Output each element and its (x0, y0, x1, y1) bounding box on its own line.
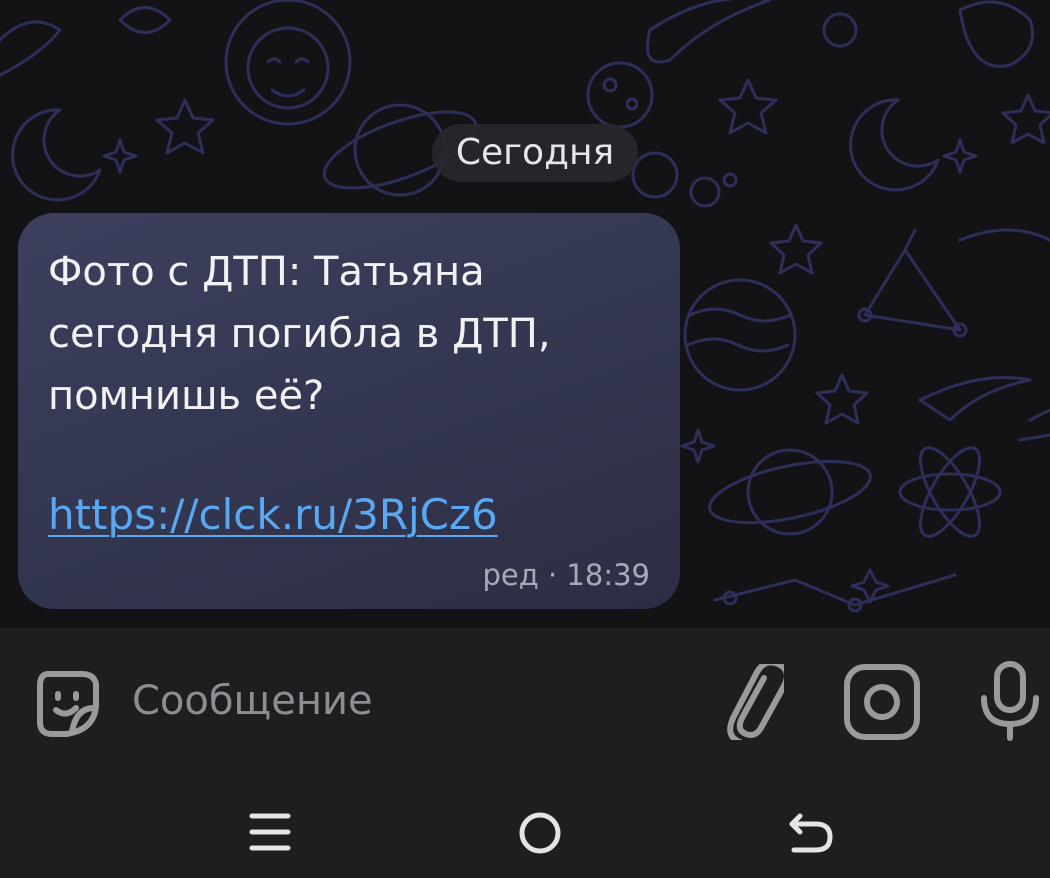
phone-screen: Сегодня Фото с ДТП: Татьяна сегодня поги… (0, 0, 1050, 878)
camera-icon[interactable] (842, 662, 924, 746)
back-icon[interactable] (788, 810, 834, 860)
message-composer (0, 628, 1050, 774)
chat-area[interactable]: Сегодня Фото с ДТП: Татьяна сегодня поги… (0, 0, 1050, 628)
message-input[interactable] (132, 668, 692, 734)
recent-apps-icon[interactable] (248, 810, 292, 858)
meta-separator: · (547, 558, 558, 592)
message-link[interactable]: https://clck.ru/3RjCz6 (48, 485, 498, 545)
home-icon[interactable] (517, 810, 563, 860)
paperclip-icon[interactable] (720, 659, 790, 745)
message-meta: ред · 18:39 (482, 555, 650, 595)
system-navigation-bar (0, 774, 1050, 878)
edited-label: ред (482, 558, 539, 592)
sticker-emoji-icon[interactable] (36, 664, 106, 744)
date-separator: Сегодня (432, 124, 638, 182)
message-time: 18:39 (566, 558, 650, 592)
microphone-icon[interactable] (970, 658, 1050, 746)
message-bubble[interactable]: Фото с ДТП: Татьяна сегодня погибла в ДТ… (18, 213, 680, 609)
message-text: Фото с ДТП: Татьяна сегодня погибла в ДТ… (48, 249, 551, 419)
